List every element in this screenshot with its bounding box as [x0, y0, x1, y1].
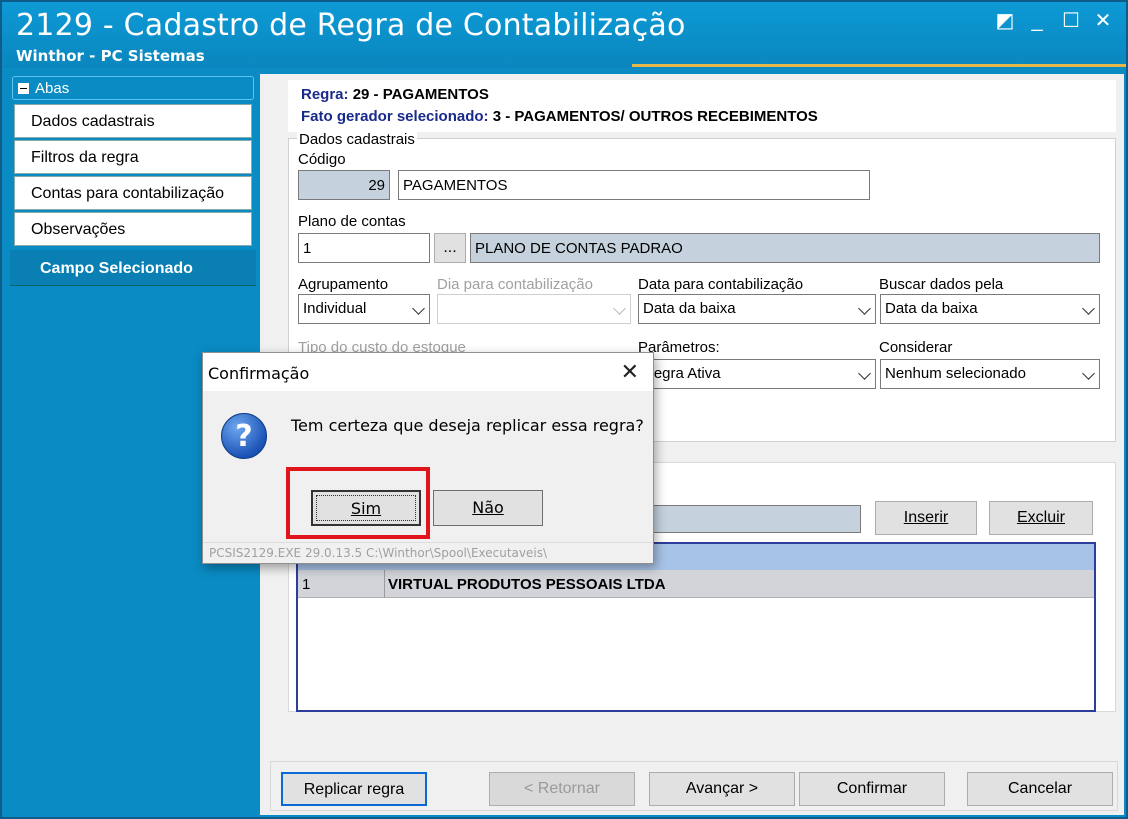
rule-line: Regra: 29 - PAGAMENTOS [301, 86, 489, 103]
data-contabilizacao-select[interactable]: Data da baixa [638, 294, 876, 324]
dia-select [437, 294, 631, 324]
footer-bar: Replicar regra < Retornar Avançar > Conf… [270, 761, 1118, 811]
rule-info: Regra: 29 - PAGAMENTOS Fato gerador sele… [288, 80, 1116, 132]
chevron-down-icon [412, 302, 425, 315]
sidebar-item-dados-cadastrais[interactable]: Dados cadastrais [14, 104, 252, 138]
nao-button[interactable]: Não [433, 490, 543, 526]
excluir-label: Excluir [1016, 509, 1065, 526]
considerar-select[interactable]: Nenhum selecionado [880, 359, 1100, 389]
replicar-button[interactable]: Replicar regra [281, 772, 427, 806]
abas-label: Abas [35, 80, 70, 97]
plano-label: Plano de contas [298, 213, 406, 230]
codigo-label: Código [298, 151, 346, 168]
agrupamento-label: Agrupamento [298, 276, 389, 293]
data-contabilizacao-value: Data da baixa [643, 300, 736, 317]
highlight-box [286, 467, 430, 539]
chevron-down-icon [1082, 367, 1095, 380]
campo-selecionado-header: Campo Selecionado [10, 250, 256, 286]
sidebar-item-contas[interactable]: Contas para contabilização [14, 176, 252, 210]
parametros-value: Regra Ativa [643, 365, 721, 382]
plano-field[interactable]: 1 [298, 233, 430, 263]
title-accent-line [632, 64, 1126, 67]
plano-search-button[interactable]: ... [434, 233, 466, 263]
parametros-select[interactable]: Regra Ativa [638, 359, 876, 389]
descricao-field[interactable]: PAGAMENTOS [398, 170, 870, 200]
dialog-title: Confirmação [208, 364, 310, 383]
considerar-label: Considerar [879, 339, 953, 356]
window-title: 2129 - Cadastro de Regra de Contabilizaç… [16, 8, 686, 43]
codigo-field[interactable]: 29 [298, 170, 390, 200]
column-divider [384, 570, 385, 598]
dialog-message: Tem certeza que deseja replicar essa reg… [291, 416, 644, 435]
chevron-down-icon [858, 367, 871, 380]
dialog-body: ? Tem certeza que deseja replicar essa r… [203, 391, 653, 476]
agrupamento-select[interactable]: Individual [298, 294, 430, 324]
avancar-button[interactable]: Avançar > [649, 772, 795, 806]
question-icon: ? [221, 413, 267, 459]
dialog-close-icon[interactable]: ✕ [621, 359, 639, 385]
title-bar: 2129 - Cadastro de Regra de Contabilizaç… [2, 2, 1126, 68]
chevron-down-icon [1082, 302, 1095, 315]
inserir-label: Inserir [903, 509, 949, 526]
window-subtitle: Winthor - PC Sistemas [16, 47, 205, 65]
considerar-value: Nenhum selecionado [885, 365, 1026, 382]
rule-value: 29 - PAGAMENTOS [352, 86, 489, 103]
minimize-icon[interactable]: _ [1024, 8, 1050, 34]
row-code: 1 [302, 576, 311, 593]
restore-icon[interactable]: ◩ [992, 8, 1018, 34]
rule-label: Regra: [301, 86, 349, 103]
fato-value: 3 - PAGAMENTOS/ OUTROS RECEBIMENTOS [492, 108, 818, 125]
retornar-button: < Retornar [489, 772, 635, 806]
data-contabilizacao-label: Data para contabilização [638, 276, 804, 293]
chevron-down-icon [613, 302, 626, 315]
dia-label: Dia para contabilização [437, 276, 593, 293]
buscar-select[interactable]: Data da baixa [880, 294, 1100, 324]
row-name: VIRTUAL PRODUTOS PESSOAIS LTDA [388, 576, 666, 593]
fato-label: Fato gerador selecionado: [301, 108, 489, 125]
confirmar-button[interactable]: Confirmar [799, 772, 945, 806]
sidebar-item-observacoes[interactable]: Observações [14, 212, 252, 246]
chevron-down-icon [858, 302, 871, 315]
inserir-button[interactable]: Inserir [875, 501, 977, 535]
agrupamento-value: Individual [303, 300, 367, 317]
group-label: Dados cadastrais [297, 131, 417, 148]
buscar-value: Data da baixa [885, 300, 978, 317]
plano-desc-field: PLANO DE CONTAS PADRAO [470, 233, 1100, 263]
maximize-icon[interactable]: ☐ [1058, 8, 1084, 34]
fato-line: Fato gerador selecionado: 3 - PAGAMENTOS… [301, 108, 818, 125]
dialog-footer-path: PCSIS2129.EXE 29.0.13.5 C:\Winthor\Spool… [203, 542, 653, 563]
abas-header[interactable]: Abas [12, 76, 254, 100]
filiais-grid[interactable]: 1 VIRTUAL PRODUTOS PESSOAIS LTDA [296, 542, 1096, 712]
buscar-label: Buscar dados pela [879, 276, 1004, 293]
collapse-icon[interactable] [18, 83, 29, 94]
cancelar-button[interactable]: Cancelar [967, 772, 1113, 806]
nao-label: Não [472, 498, 504, 517]
sidebar-item-filtros[interactable]: Filtros da regra [14, 140, 252, 174]
table-row[interactable]: 1 VIRTUAL PRODUTOS PESSOAIS LTDA [298, 570, 1094, 598]
close-icon[interactable]: ✕ [1090, 8, 1116, 34]
excluir-button[interactable]: Excluir [989, 501, 1093, 535]
